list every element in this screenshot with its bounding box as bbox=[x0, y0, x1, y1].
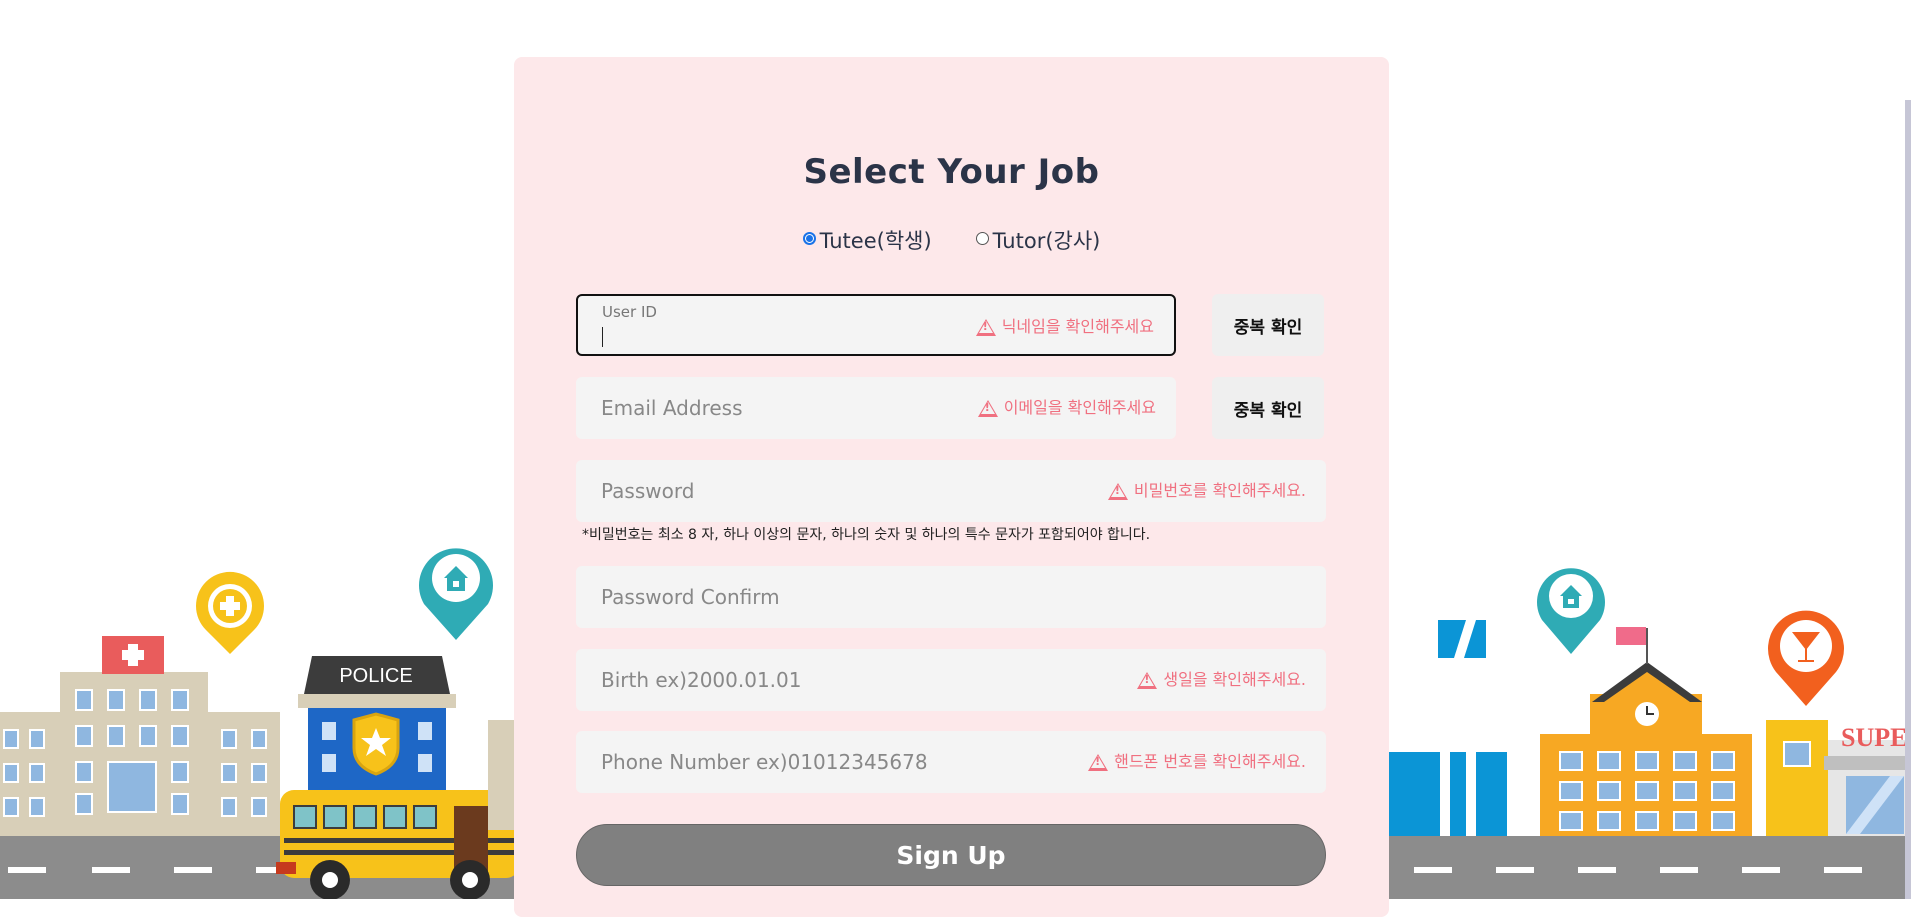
phone-field[interactable]: Phone Number ex)01012345678 핸드폰 번호를 확인해주… bbox=[576, 731, 1326, 793]
user-id-field[interactable]: User ID 닉네임을 확인해주세요 bbox=[576, 294, 1176, 356]
role-option-tutee[interactable]: Tutee(학생) bbox=[802, 225, 932, 255]
user-id-label: User ID bbox=[602, 303, 657, 321]
police-badge-icon bbox=[352, 712, 400, 776]
phone-error: 핸드폰 번호를 확인해주세요. bbox=[1088, 731, 1306, 793]
phone-error-text: 핸드폰 번호를 확인해주세요. bbox=[1114, 752, 1306, 771]
birth-placeholder: Birth ex)2000.01.01 bbox=[601, 668, 802, 692]
user-id-error-text: 닉네임을 확인해주세요 bbox=[1001, 317, 1154, 336]
email-duplicate-check-button[interactable]: 중복 확인 bbox=[1212, 377, 1324, 439]
phone-placeholder: Phone Number ex)01012345678 bbox=[601, 750, 928, 774]
birth-field[interactable]: Birth ex)2000.01.01 생일을 확인해주세요. bbox=[576, 649, 1326, 711]
text-caret bbox=[602, 327, 603, 347]
password-error-text: 비밀번호를 확인해주세요. bbox=[1133, 481, 1306, 500]
birth-error: 생일을 확인해주세요. bbox=[1137, 649, 1306, 711]
password-confirm-placeholder: Password Confirm bbox=[601, 585, 780, 609]
password-confirm-field[interactable]: Password Confirm bbox=[576, 566, 1326, 628]
email-error: 이메일을 확인해주세요 bbox=[977, 377, 1156, 439]
role-selector: Tutee(학생) Tutor(강사) bbox=[514, 225, 1389, 255]
password-hint: *비밀번호는 최소 8 자, 하나 이상의 문자, 하나의 숫자 및 하나의 특… bbox=[582, 527, 1151, 543]
warning-icon bbox=[1088, 753, 1109, 771]
warning-icon bbox=[977, 399, 998, 417]
email-placeholder: Email Address bbox=[601, 396, 743, 420]
warning-icon bbox=[1107, 482, 1128, 500]
cocktail-pin-icon bbox=[1767, 610, 1844, 706]
house-pin-icon-right bbox=[1536, 568, 1605, 654]
police-sign: POLICE bbox=[339, 665, 412, 687]
warning-icon bbox=[975, 318, 996, 336]
email-field[interactable]: Email Address 이메일을 확인해주세요 bbox=[576, 377, 1176, 439]
scrollbar[interactable] bbox=[1905, 100, 1911, 899]
password-error: 비밀번호를 확인해주세요. bbox=[1107, 460, 1306, 522]
user-id-duplicate-check-button[interactable]: 중복 확인 bbox=[1212, 294, 1324, 356]
signup-card: Select Your Job Tutee(학생) Tutor(강사) User… bbox=[514, 57, 1389, 917]
email-error-text: 이메일을 확인해주세요 bbox=[1003, 398, 1156, 417]
house-pin-icon bbox=[419, 548, 493, 640]
birth-error-text: 생일을 확인해주세요. bbox=[1163, 670, 1306, 689]
shop-sign: SUPE bbox=[1841, 723, 1907, 752]
medical-pin-icon bbox=[196, 571, 264, 654]
password-placeholder: Password bbox=[601, 479, 695, 503]
role-option-tutor[interactable]: Tutor(강사) bbox=[975, 225, 1101, 255]
warning-icon bbox=[1137, 671, 1158, 689]
tutee-radio[interactable] bbox=[802, 231, 816, 245]
tutor-label: Tutor(강사) bbox=[992, 229, 1101, 253]
password-field[interactable]: Password 비밀번호를 확인해주세요. bbox=[576, 460, 1326, 522]
user-id-error: 닉네임을 확인해주세요 bbox=[975, 296, 1154, 358]
sign-up-button[interactable]: Sign Up bbox=[576, 824, 1326, 886]
tutor-radio[interactable] bbox=[975, 231, 989, 245]
page-title: Select Your Job bbox=[803, 152, 1100, 192]
tutee-label: Tutee(학생) bbox=[819, 229, 932, 253]
